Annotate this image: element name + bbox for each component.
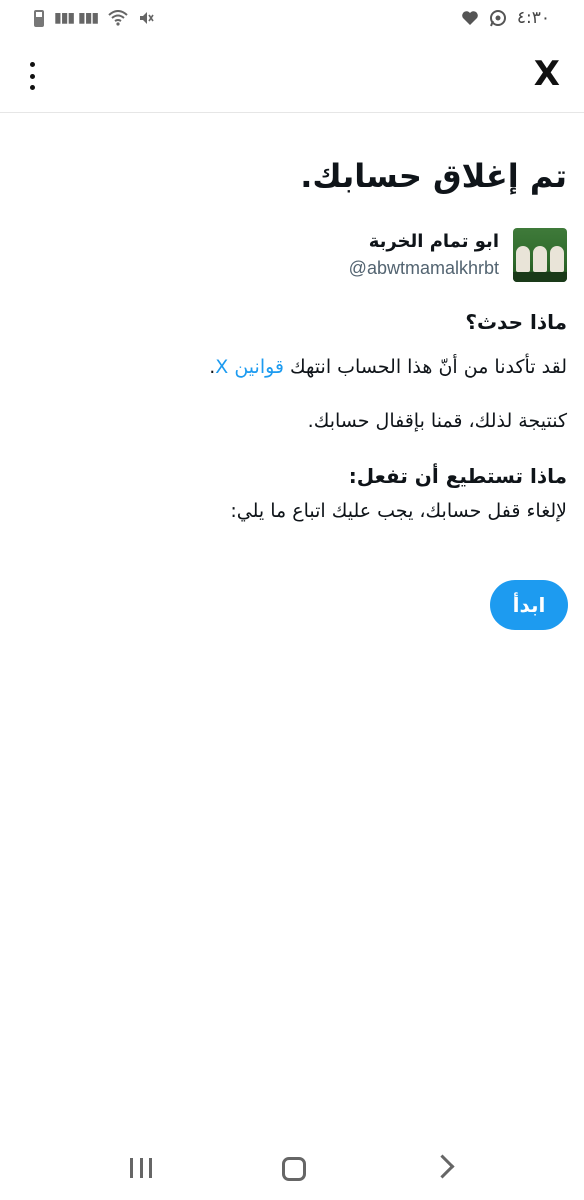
- status-time: ٤:٣٠: [516, 8, 550, 28]
- main-content: تم إغلاق حسابك. ابو تمام الخربة @abwtmam…: [0, 112, 584, 526]
- avatar: [513, 228, 567, 282]
- account-handle: @abwtmamalkhrbt: [348, 258, 499, 278]
- start-button[interactable]: ابدأ: [490, 580, 568, 630]
- mute-icon: [140, 12, 154, 24]
- heart-icon: [462, 11, 478, 25]
- what-happened-heading: ماذا حدث؟: [465, 310, 567, 334]
- what-happened-text-start: لقد تأكدنا من أنّ هذا الحساب انتهك: [284, 356, 567, 378]
- what-to-do-heading: ماذا تستطيع أن تفعل:: [348, 464, 567, 488]
- page-title: تم إغلاق حسابك.: [300, 157, 567, 195]
- account-text: ابو تمام الخربة @abwtmamalkhrbt: [349, 229, 499, 281]
- status-right: ٤:٣٠: [461, 8, 550, 28]
- what-happened-text: لقد تأكدنا من أنّ هذا الحساب انتهك قواني…: [17, 352, 567, 382]
- status-bar: ▮▮▮ ▮▮▮ ٤:٣٠: [0, 0, 584, 36]
- more-vert-icon[interactable]: [24, 62, 40, 90]
- status-left: ▮▮▮ ▮▮▮: [34, 9, 154, 27]
- what-to-do-text: لإلغاء قفل حسابك، يجب عليك اتباع ما يلي:: [230, 500, 567, 522]
- consequence-text: كنتيجة لذلك، قمنا بإقفال حسابك.: [307, 410, 567, 432]
- app-bar: X: [0, 40, 584, 113]
- x-rules-link[interactable]: قوانين X: [215, 356, 284, 378]
- x-logo[interactable]: X: [534, 54, 560, 94]
- back-icon[interactable]: [430, 1154, 455, 1179]
- account-card: ابو تمام الخربة @abwtmamalkhrbt: [17, 228, 567, 282]
- home-icon[interactable]: [282, 1157, 306, 1181]
- system-nav-bar: [0, 1140, 584, 1196]
- wifi-icon: [108, 10, 128, 26]
- account-name: ابو تمام الخربة: [368, 231, 499, 252]
- signal-icon: ▮▮▮ ▮▮▮: [54, 10, 99, 26]
- recent-apps-icon[interactable]: [130, 1158, 152, 1178]
- battery-icon: [34, 9, 44, 27]
- whatsapp-icon: [489, 10, 506, 27]
